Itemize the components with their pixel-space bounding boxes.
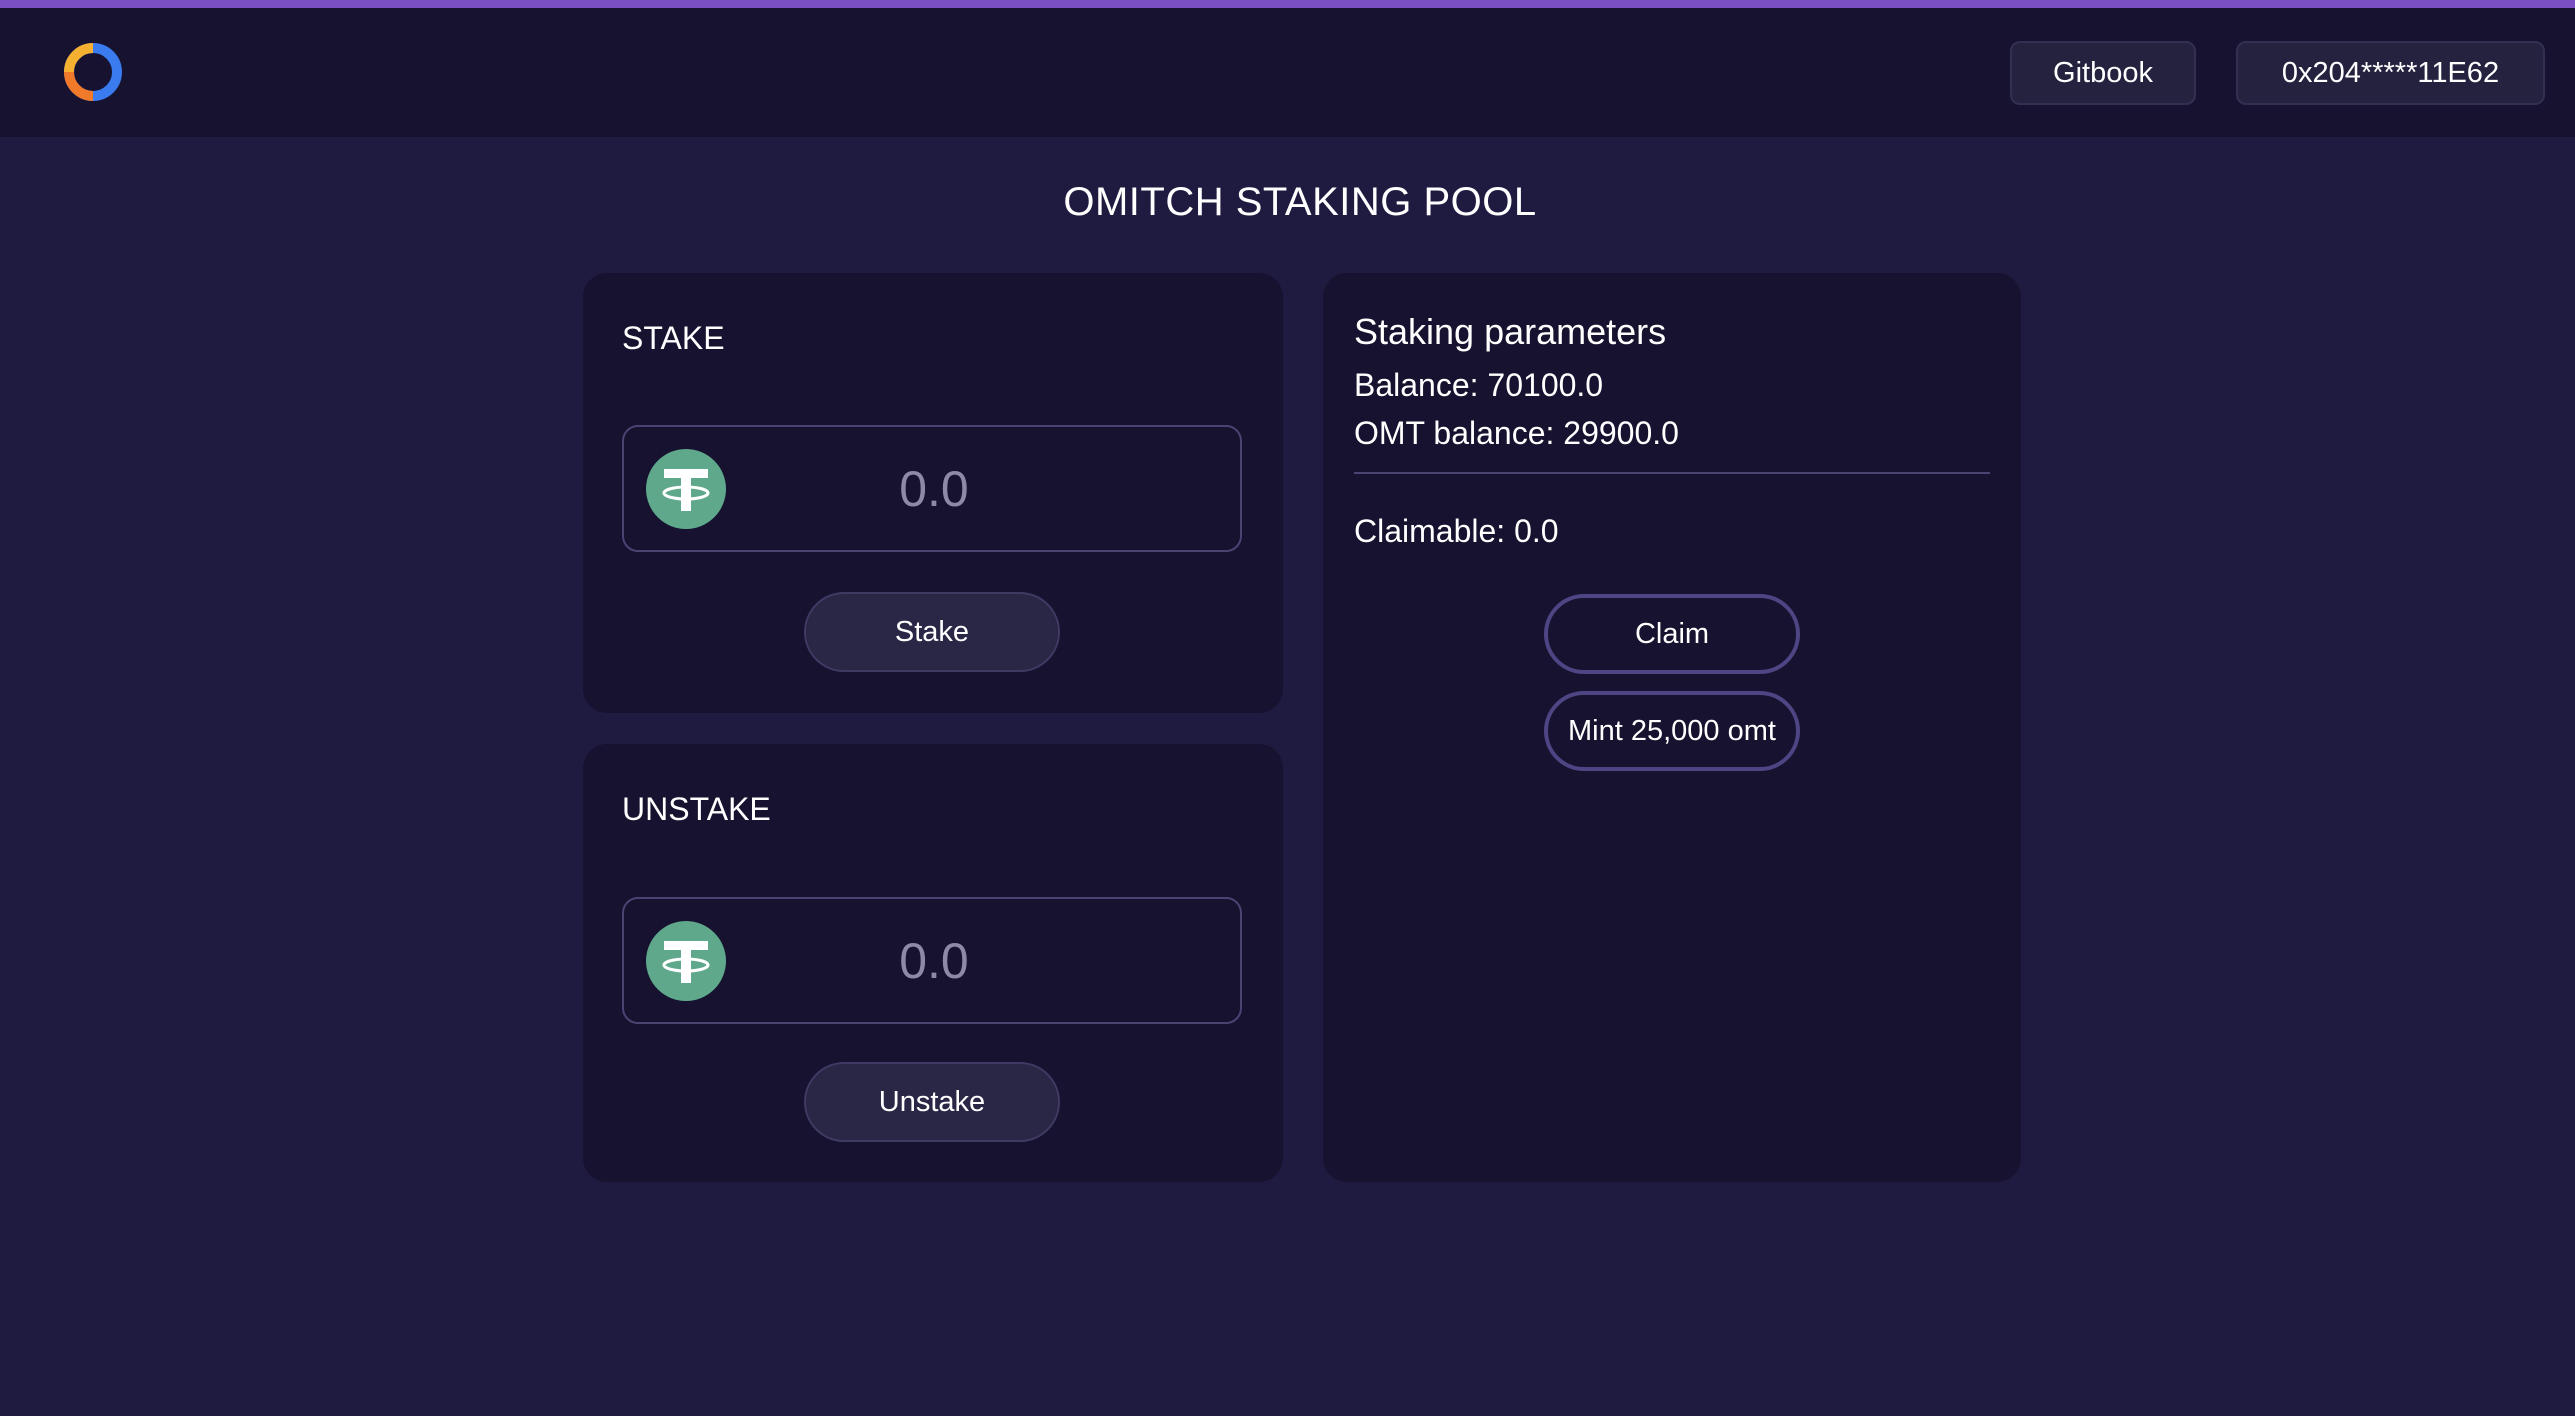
tether-icon bbox=[646, 449, 726, 529]
omt-balance-text: OMT balance: 29900.0 bbox=[1354, 415, 1679, 451]
unstake-card: UNSTAKE Unstake bbox=[583, 744, 1283, 1182]
claim-button[interactable]: Claim bbox=[1544, 594, 1800, 674]
stake-amount-input[interactable] bbox=[734, 447, 1134, 531]
stake-card: STAKE Stake bbox=[583, 273, 1283, 713]
tether-icon bbox=[646, 921, 726, 1001]
stake-title: STAKE bbox=[622, 320, 725, 356]
unstake-amount-input[interactable] bbox=[734, 919, 1134, 1003]
stake-button[interactable]: Stake bbox=[804, 592, 1060, 672]
divider bbox=[1354, 472, 1990, 474]
balance-text: Balance: 70100.0 bbox=[1354, 367, 1604, 403]
page-title: OMITCH STAKING POOL bbox=[1063, 180, 1537, 224]
unstake-amount-box bbox=[622, 897, 1242, 1024]
params-title: Staking parameters bbox=[1354, 311, 1667, 352]
wallet-address-button[interactable]: 0x204*****11E62 bbox=[2236, 41, 2545, 105]
stake-amount-box bbox=[622, 425, 1242, 552]
unstake-title: UNSTAKE bbox=[622, 791, 771, 827]
logo-icon[interactable] bbox=[62, 41, 124, 103]
gitbook-button[interactable]: Gitbook bbox=[2010, 41, 2196, 105]
unstake-button[interactable]: Unstake bbox=[804, 1062, 1060, 1142]
top-accent-bar bbox=[0, 0, 2575, 8]
staking-parameters-card: Staking parameters Balance: 70100.0 OMT … bbox=[1323, 273, 2021, 1182]
claimable-text: Claimable: 0.0 bbox=[1354, 513, 1559, 549]
top-header: Gitbook 0x204*****11E62 bbox=[0, 8, 2575, 137]
mint-button[interactable]: Mint 25,000 omt bbox=[1544, 691, 1800, 771]
